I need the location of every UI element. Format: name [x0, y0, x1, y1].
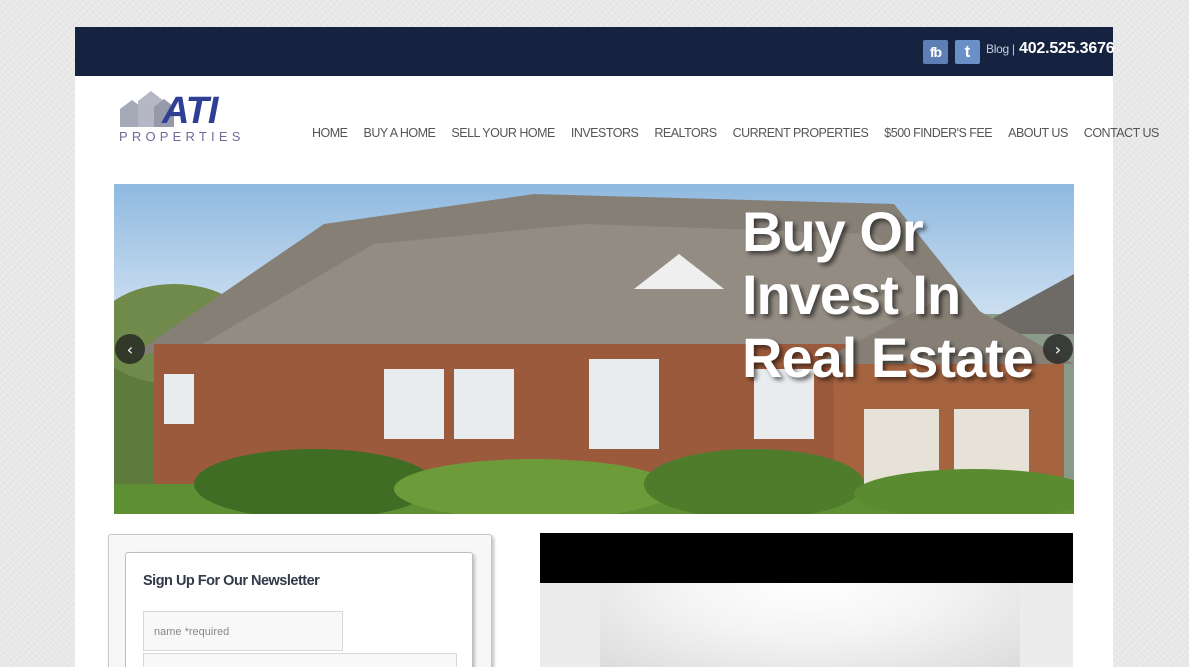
name-input[interactable]: name *required [143, 611, 343, 651]
hero-line-2: Real Estate [742, 326, 1034, 389]
top-bar: fb t Blog | 402.525.3676 [75, 27, 1115, 76]
hero-line-1: Buy Or Invest In [742, 200, 961, 326]
newsletter-box: Sign Up For Our Newsletter name *require… [125, 552, 473, 667]
nav-realtors[interactable]: REALTORS [654, 126, 717, 140]
nav-finders-fee[interactable]: $500 FINDER'S FEE [884, 126, 992, 140]
main-nav: HOME BUY A HOME SELL YOUR HOME INVESTORS… [312, 126, 1175, 140]
name-input-placeholder: name *required [154, 626, 230, 638]
phone-number: 402.525.3676 [1019, 40, 1115, 57]
video-player[interactable] [540, 533, 1073, 667]
video-top-bar [540, 533, 1073, 583]
nav-buy-a-home[interactable]: BUY A HOME [364, 126, 436, 140]
hero-slider: Buy Or Invest In Real Estate ‹ › [114, 184, 1074, 514]
hero-heading: Buy Or Invest In Real Estate [742, 200, 1074, 389]
logo-subtitle: PROPERTIES [119, 129, 245, 144]
nav-about-us[interactable]: ABOUT US [1008, 126, 1068, 140]
site-logo[interactable]: ATI PROPERTIES [118, 87, 280, 147]
nav-home[interactable]: HOME [312, 126, 348, 140]
email-input[interactable] [143, 653, 457, 667]
nav-investors[interactable]: INVESTORS [571, 126, 639, 140]
twitter-icon[interactable]: t [955, 40, 980, 64]
logo-name: ATI [162, 90, 218, 132]
prev-slide-button[interactable]: ‹ [115, 334, 145, 364]
nav-current-properties[interactable]: CURRENT PROPERTIES [733, 126, 869, 140]
chevron-right-icon: › [1054, 339, 1062, 359]
facebook-icon[interactable]: fb [923, 40, 948, 64]
chevron-left-icon: ‹ [126, 339, 134, 359]
blog-link[interactable]: Blog | [986, 42, 1015, 56]
next-slide-button[interactable]: › [1043, 334, 1073, 364]
nav-contact-us[interactable]: CONTACT US [1084, 126, 1160, 140]
newsletter-title: Sign Up For Our Newsletter [143, 573, 320, 589]
nav-sell-your-home[interactable]: SELL YOUR HOME [451, 126, 555, 140]
video-screen [600, 583, 1020, 667]
page-wrapper: fb t Blog | 402.525.3676 ATI PROPERTIES … [75, 27, 1159, 667]
